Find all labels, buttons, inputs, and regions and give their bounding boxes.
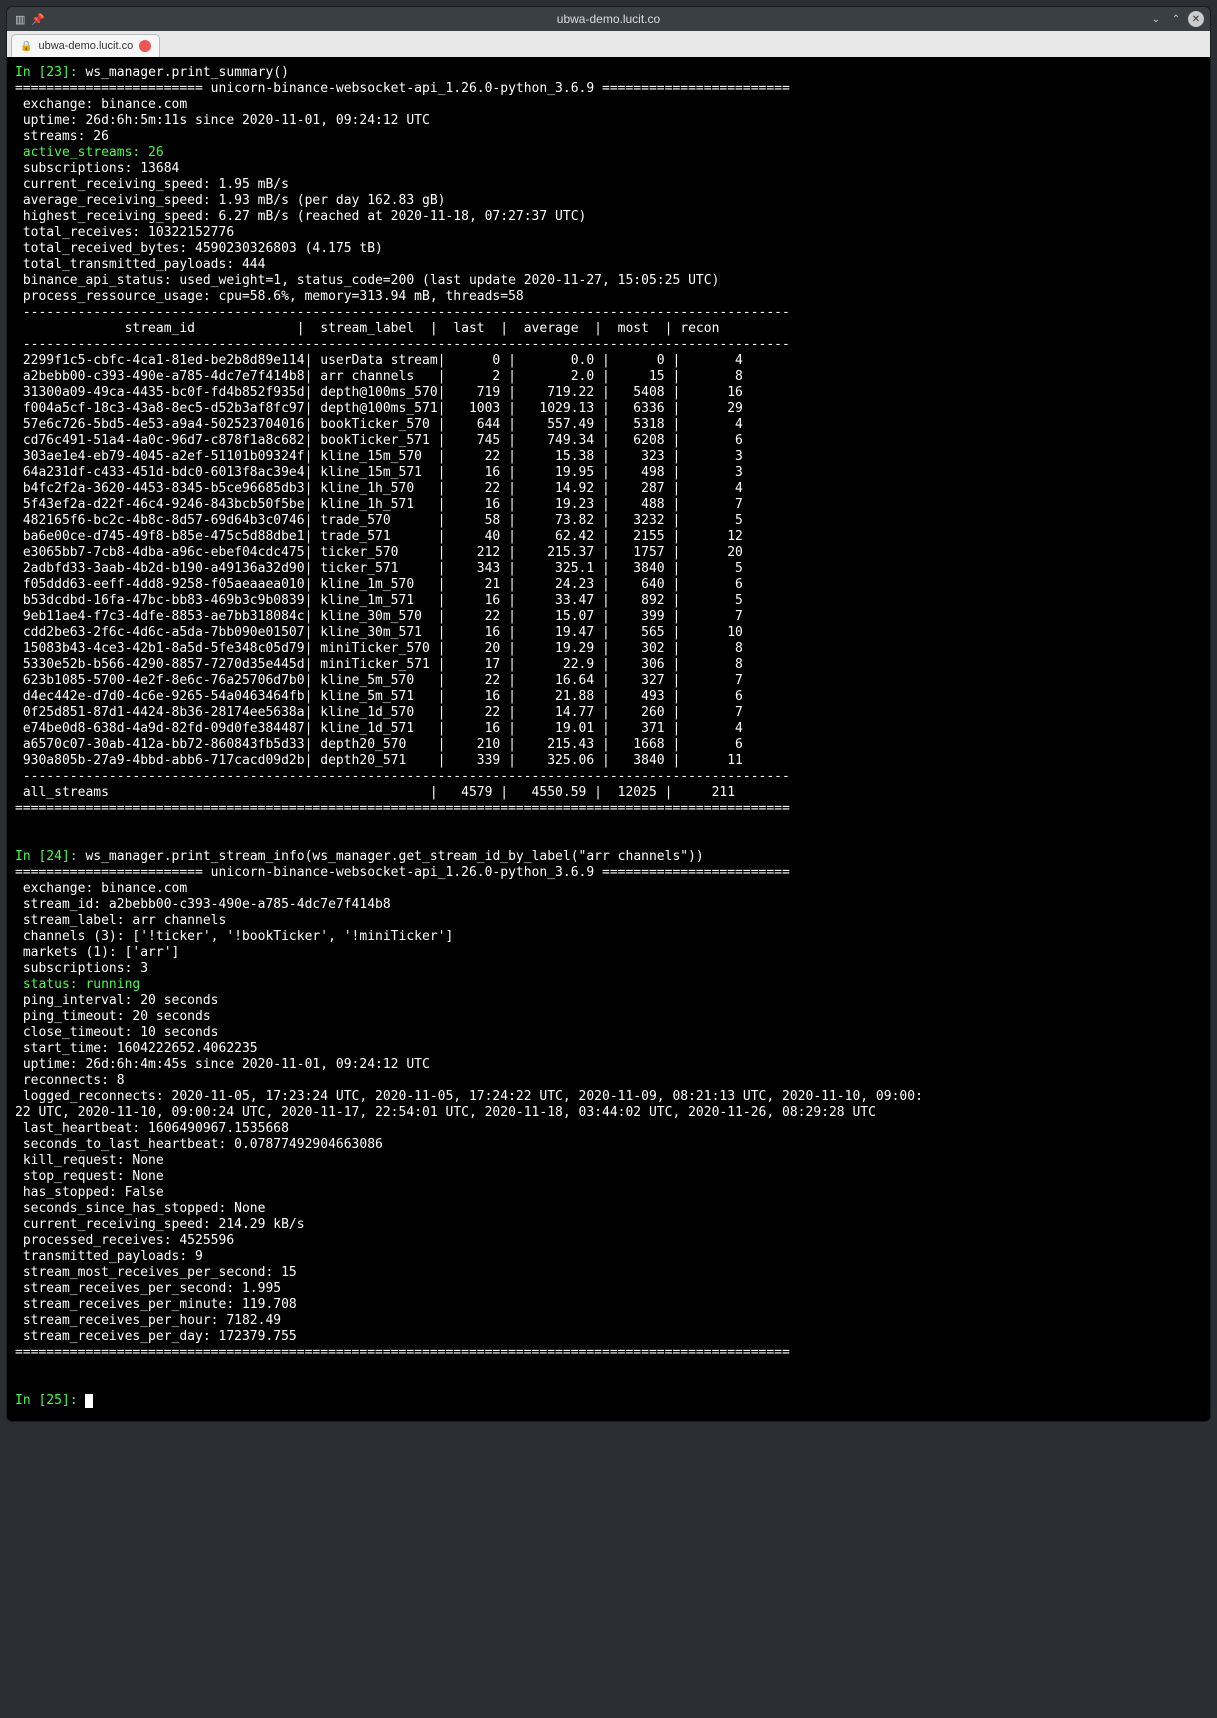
summary-ttp: total_transmitted_payloads: 444: [15, 257, 265, 272]
summary-exchange: exchange: binance.com: [15, 97, 187, 112]
cursor: [85, 1394, 93, 1408]
si-srpd: stream_receives_per_day: 172379.755: [15, 1329, 297, 1344]
si-status: status: running: [15, 977, 140, 992]
si-crs: current_receiving_speed: 214.29 kB/s: [15, 1217, 305, 1232]
si-channels: channels (3): ['!ticker', '!bookTicker',…: [15, 929, 453, 944]
summary-ars: average_receiving_speed: 1.93 mB/s (per …: [15, 193, 445, 208]
cmd-23: ws_manager.print_summary(): [85, 65, 289, 80]
si-srph: stream_receives_per_hour: 7182.49: [15, 1313, 281, 1328]
tab-close-icon[interactable]: [139, 40, 151, 52]
titlebar: ▥ 📌 ubwa-demo.lucit.co ⌄ ⌃ ✕: [7, 7, 1210, 31]
summary-active-streams: active_streams: 26: [15, 145, 164, 160]
summary-streams: streams: 26: [15, 129, 109, 144]
banner-line-2: ======================== unicorn-binance…: [15, 865, 790, 880]
si-exchange: exchange: binance.com: [15, 881, 187, 896]
pin-icon[interactable]: 📌: [31, 13, 45, 26]
application-window: ▥ 📌 ubwa-demo.lucit.co ⌄ ⌃ ✕ 🔒 ubwa-demo…: [6, 6, 1211, 1422]
si-uptime: uptime: 26d:6h:4m:45s since 2020-11-01, …: [15, 1057, 430, 1072]
summary-pru: process_ressource_usage: cpu=58.6%, memo…: [15, 289, 524, 304]
si-close-timeout: close_timeout: 10 seconds: [15, 1025, 219, 1040]
prompt-in-24: In [24]:: [15, 849, 85, 864]
si-srps: stream_receives_per_second: 1.995: [15, 1281, 281, 1296]
tab-label: ubwa-demo.lucit.co: [38, 40, 133, 52]
si-start-time: start_time: 1604222652.4062235: [15, 1041, 258, 1056]
si-stop-request: stop_request: None: [15, 1169, 164, 1184]
dash-line-2: ----------------------------------------…: [15, 337, 790, 352]
si-smrps: stream_most_receives_per_second: 15: [15, 1265, 297, 1280]
minimize-button[interactable]: ⌄: [1148, 11, 1164, 27]
si-transmitted-payloads: transmitted_payloads: 9: [15, 1249, 203, 1264]
lock-icon: 🔒: [20, 41, 32, 52]
summary-api: binance_api_status: used_weight=1, statu…: [15, 273, 719, 288]
summary-tr: total_receives: 10322152776: [15, 225, 234, 240]
all-streams-row: all_streams | 4579 | 4550.59 | 12025 | 2…: [15, 785, 735, 800]
table-header: stream_id | stream_label | last | averag…: [15, 321, 719, 336]
si-ping-timeout: ping_timeout: 20 seconds: [15, 1009, 211, 1024]
close-button[interactable]: ✕: [1188, 11, 1204, 27]
terminal-output[interactable]: In [23]: ws_manager.print_summary() ====…: [7, 57, 1210, 1421]
footer-eq-2: ========================================…: [15, 1345, 790, 1360]
si-kill-request: kill_request: None: [15, 1153, 164, 1168]
maximize-button[interactable]: ⌃: [1168, 11, 1184, 27]
si-processed-receives: processed_receives: 4525596: [15, 1233, 234, 1248]
table-rows: 2299f1c5-cbfc-4ca1-81ed-be2b8d89e114| us…: [15, 353, 743, 768]
tab-ubwa-demo[interactable]: 🔒 ubwa-demo.lucit.co: [11, 34, 160, 57]
si-stream-label: stream_label: arr channels: [15, 913, 226, 928]
footer-eq-1: ========================================…: [15, 801, 790, 816]
summary-hrs: highest_receiving_speed: 6.27 mB/s (reac…: [15, 209, 586, 224]
si-seconds-since-has-stopped: seconds_since_has_stopped: None: [15, 1201, 265, 1216]
si-markets: markets (1): ['arr']: [15, 945, 179, 960]
si-ping-interval: ping_interval: 20 seconds: [15, 993, 219, 1008]
si-stream-id: stream_id: a2bebb00-c393-490e-a785-4dc7e…: [15, 897, 391, 912]
summary-crs: current_receiving_speed: 1.95 mB/s: [15, 177, 289, 192]
tab-bar: 🔒 ubwa-demo.lucit.co: [7, 31, 1210, 57]
si-reconnects: reconnects: 8: [15, 1073, 125, 1088]
prompt-in-23: In [23]:: [15, 65, 85, 80]
si-seconds-to-last-heartbeat: seconds_to_last_heartbeat: 0.07877492904…: [15, 1137, 383, 1152]
dash-line-3: ----------------------------------------…: [15, 769, 790, 784]
prompt-in-25: In [25]:: [15, 1393, 85, 1408]
si-has-stopped: has_stopped: False: [15, 1185, 164, 1200]
si-last-heartbeat: last_heartbeat: 1606490967.1535668: [15, 1121, 289, 1136]
app-menu-icon[interactable]: ▥: [15, 13, 25, 26]
si-logged-reconnects-1: logged_reconnects: 2020-11-05, 17:23:24 …: [15, 1089, 923, 1104]
summary-subscriptions: subscriptions: 13684: [15, 161, 179, 176]
banner-line: ======================== unicorn-binance…: [15, 81, 790, 96]
summary-uptime: uptime: 26d:6h:5m:11s since 2020-11-01, …: [15, 113, 430, 128]
summary-trb: total_received_bytes: 4590230326803 (4.1…: [15, 241, 383, 256]
si-logged-reconnects-2: 22 UTC, 2020-11-10, 09:00:24 UTC, 2020-1…: [15, 1105, 876, 1120]
cmd-24: ws_manager.print_stream_info(ws_manager.…: [85, 849, 703, 864]
si-srpm: stream_receives_per_minute: 119.708: [15, 1297, 297, 1312]
dash-line-1: ----------------------------------------…: [15, 305, 790, 320]
si-subscriptions: subscriptions: 3: [15, 961, 148, 976]
window-title: ubwa-demo.lucit.co: [7, 12, 1210, 26]
